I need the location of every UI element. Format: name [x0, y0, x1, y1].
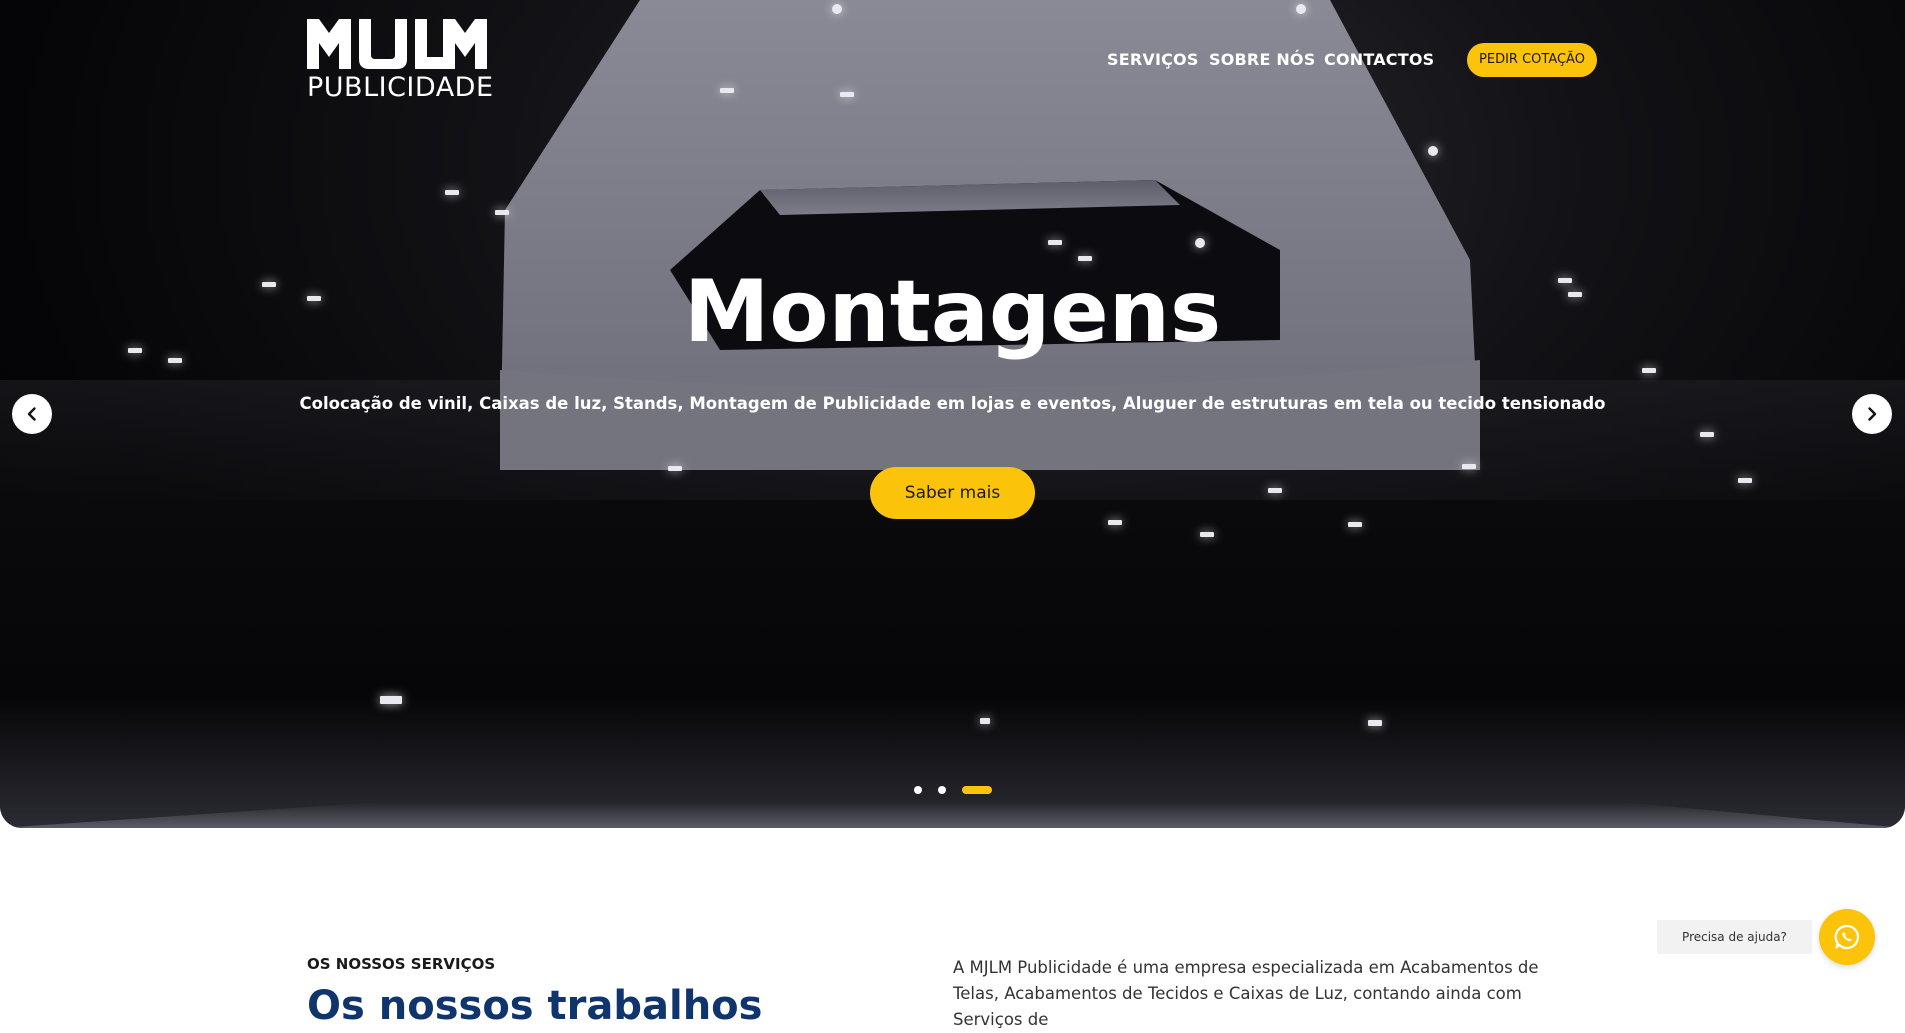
- services-label: OS NOSSOS SERVIÇOS: [307, 955, 496, 973]
- ceiling-light: [1700, 432, 1714, 437]
- chevron-right-icon: [1868, 407, 1877, 421]
- slider-next-button[interactable]: [1852, 394, 1892, 434]
- hero-subtitle: Colocação de vinil, Caixas de luz, Stand…: [299, 394, 1606, 413]
- services-heading: Os nossos trabalhos: [307, 983, 763, 1029]
- nav-sobre-nos[interactable]: SOBRE NÓS: [1209, 50, 1315, 69]
- ceiling-light: [720, 88, 734, 93]
- ceiling-spot: [1428, 146, 1438, 156]
- ceiling-light: [1200, 532, 1214, 537]
- slider-dot-2[interactable]: [938, 786, 946, 794]
- ceiling-light: [668, 466, 682, 471]
- ceiling-light: [1048, 240, 1062, 245]
- ceiling-light: [1108, 520, 1122, 525]
- whatsapp-icon: [1834, 924, 1860, 950]
- slider-prev-button[interactable]: [12, 394, 52, 434]
- slider-dot-3-active[interactable]: [962, 786, 992, 794]
- floor-light: [980, 718, 990, 724]
- ceiling-light: [1348, 522, 1362, 527]
- slider-dot-1[interactable]: [914, 786, 922, 794]
- logo-mark-icon: [307, 19, 487, 69]
- nav-servicos[interactable]: SERVIÇOS: [1107, 50, 1199, 69]
- floor-light: [380, 696, 402, 704]
- ceiling-spot: [1296, 4, 1306, 14]
- ceiling-spot: [1195, 238, 1205, 248]
- hero-title: Montagens: [683, 262, 1222, 362]
- pedir-cotacao-button[interactable]: PEDIR COTAÇÃO: [1467, 43, 1597, 77]
- ceiling-spot: [832, 4, 842, 14]
- ceiling-light: [1462, 464, 1476, 469]
- ceiling-light: [1738, 478, 1752, 483]
- ceiling-light: [445, 190, 459, 195]
- hero-slider: PUBLICIDADE SERVIÇOS SOBRE NÓS CONTACTOS…: [0, 0, 1905, 828]
- logo[interactable]: PUBLICIDADE: [307, 19, 494, 103]
- logo-text: PUBLICIDADE: [307, 72, 494, 103]
- whatsapp-chat-button[interactable]: [1819, 909, 1875, 965]
- saber-mais-button[interactable]: Saber mais: [870, 467, 1035, 519]
- hero-background-floor: [0, 500, 1905, 828]
- services-description: A MJLM Publicidade é uma empresa especia…: [953, 958, 1539, 1029]
- nav-contactos[interactable]: CONTACTOS: [1324, 50, 1434, 69]
- floor-light: [1368, 720, 1382, 726]
- chevron-left-icon: [27, 407, 36, 421]
- ceiling-light: [1078, 256, 1092, 261]
- ceiling-light: [495, 210, 509, 215]
- ceiling-light: [840, 92, 854, 97]
- ceiling-light: [1268, 488, 1282, 493]
- help-tooltip[interactable]: Precisa de ajuda?: [1657, 920, 1812, 954]
- ceiling-light: [1642, 368, 1656, 373]
